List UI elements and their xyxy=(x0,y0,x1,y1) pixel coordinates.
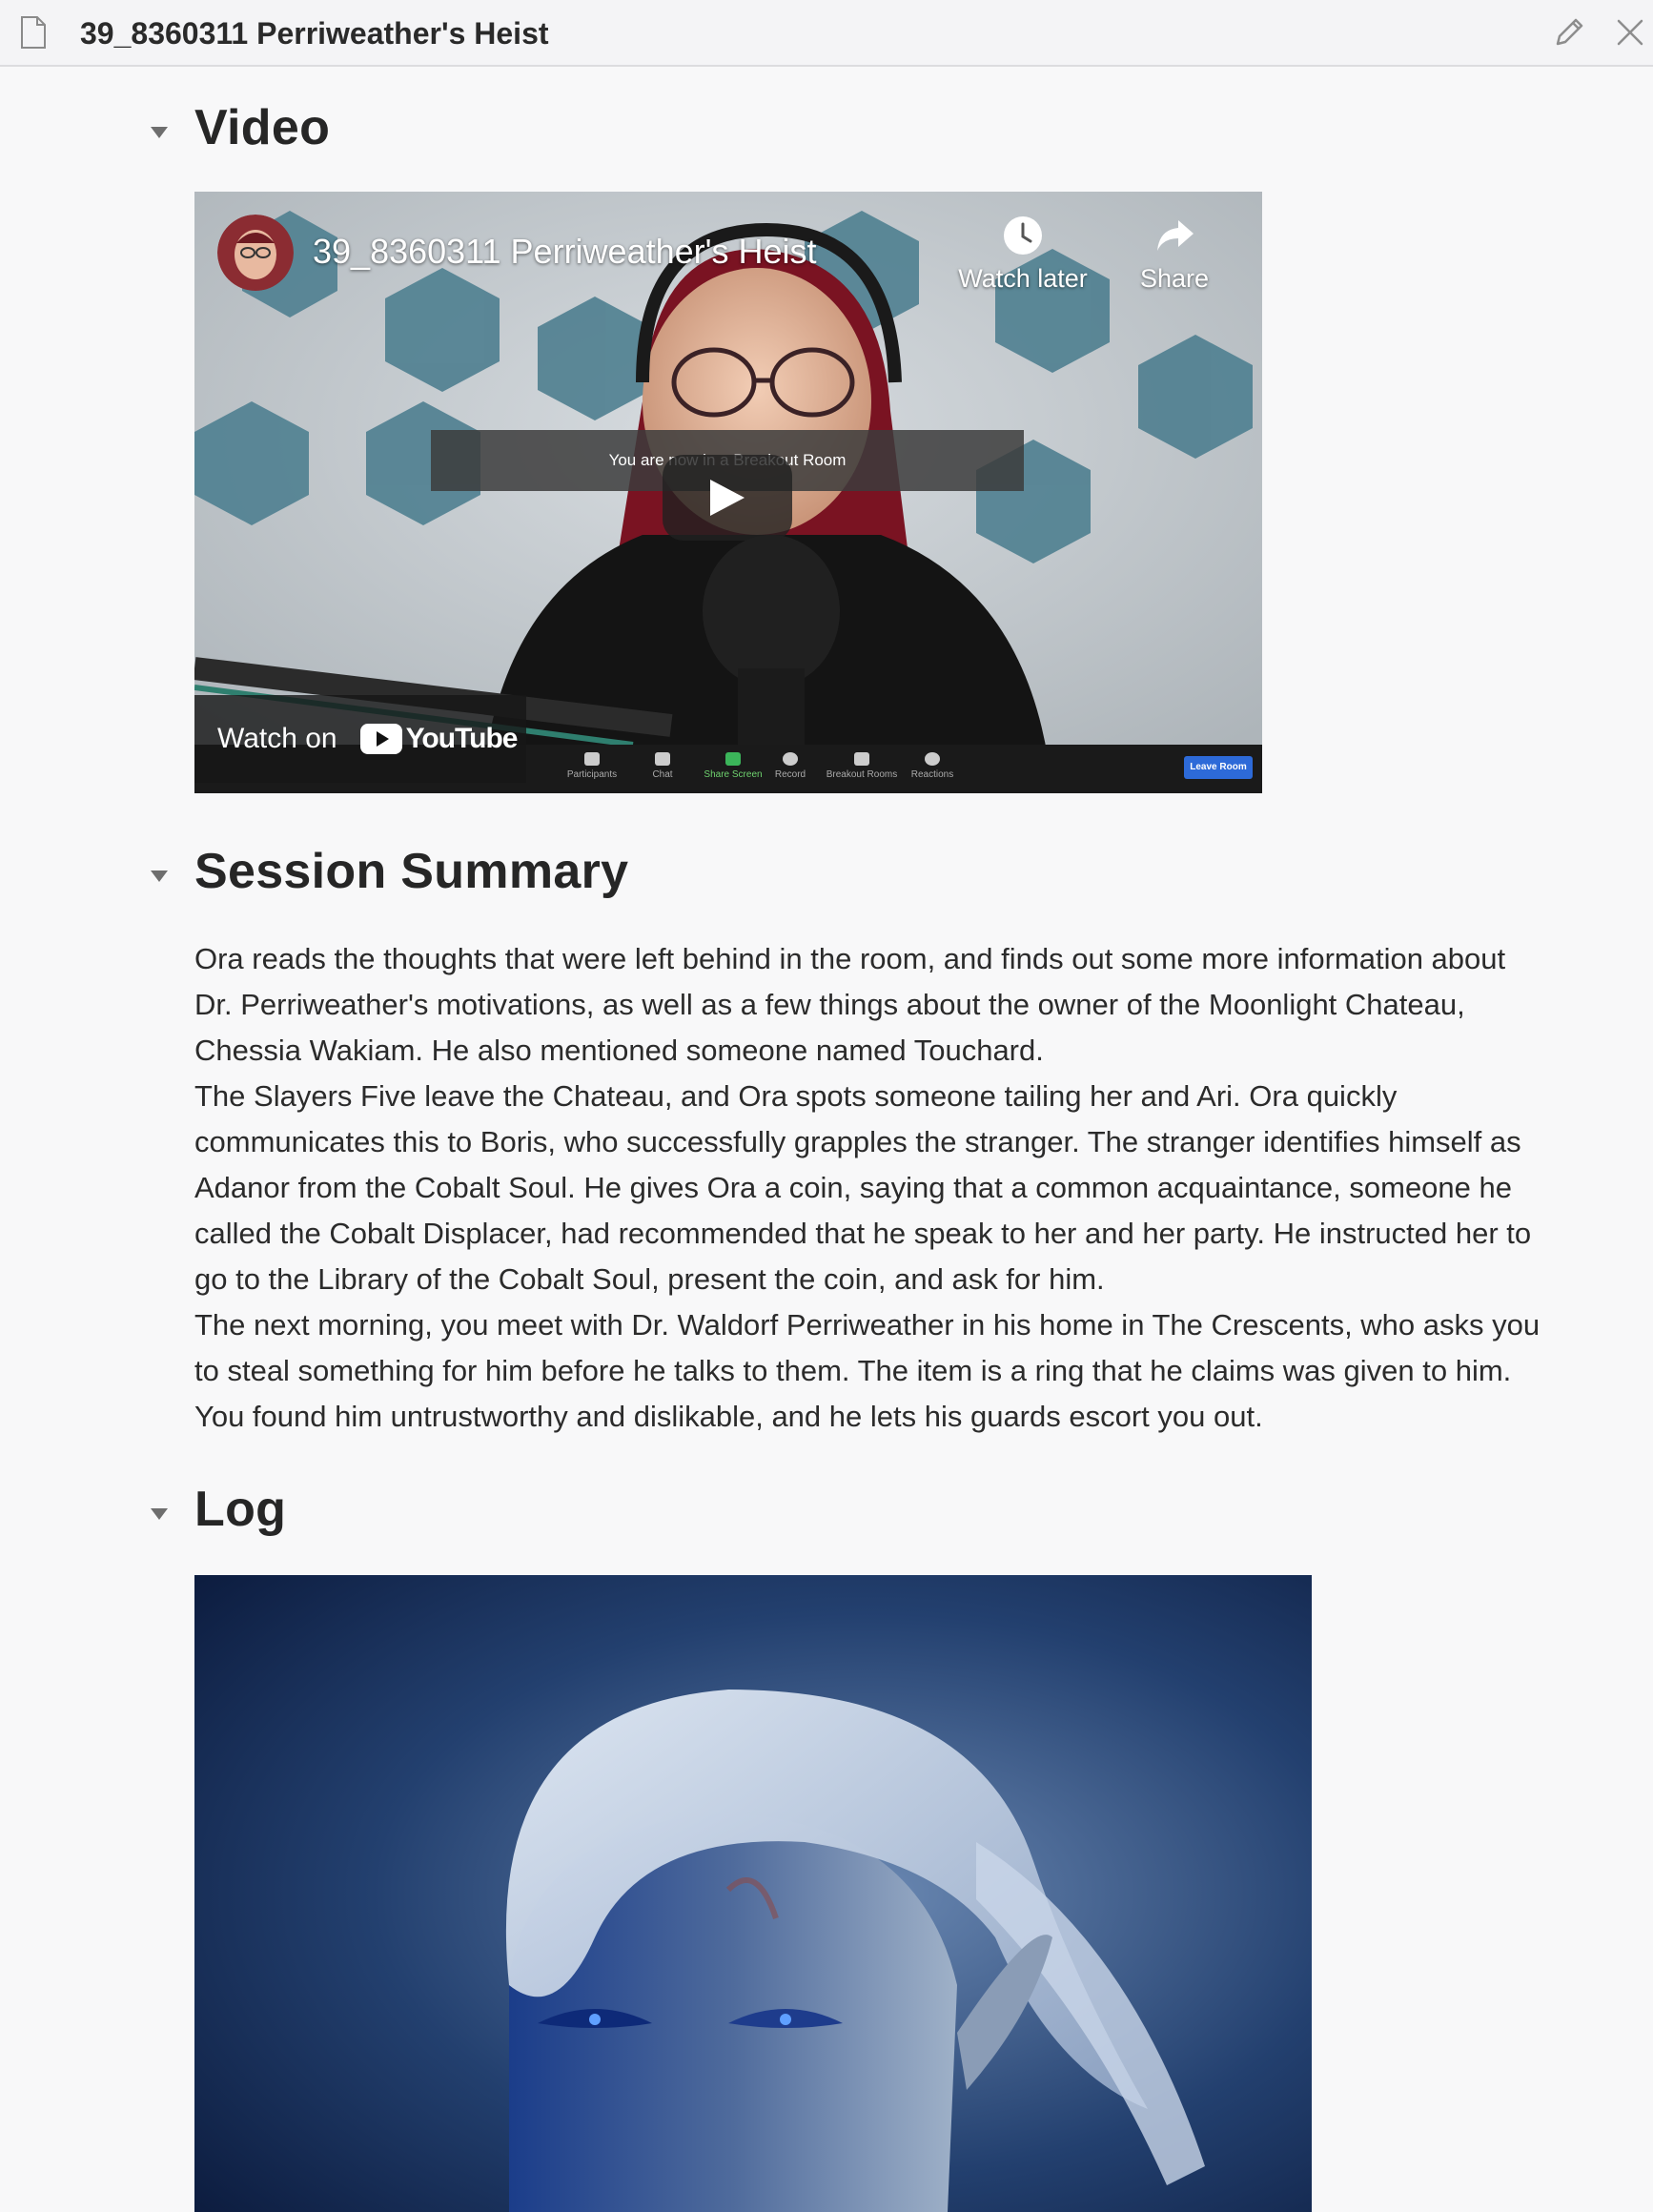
share-button[interactable]: Share xyxy=(1108,215,1241,294)
page-title: 39_8360311 Perriweather's Heist xyxy=(80,16,549,51)
channel-avatar[interactable] xyxy=(217,215,294,291)
character-portrait-image xyxy=(194,1575,1312,2212)
section-title: Session Summary xyxy=(194,844,629,899)
document-icon xyxy=(21,16,46,49)
play-icon xyxy=(710,480,745,516)
youtube-wordmark: YouTube xyxy=(405,723,519,754)
zoom-reactions: Reactions xyxy=(889,752,975,780)
pencil-icon[interactable] xyxy=(1550,13,1588,51)
play-button[interactable] xyxy=(663,455,792,541)
summary-paragraph: The Slayers Five leave the Chateau, and … xyxy=(194,1079,1532,1296)
watch-on-youtube-button[interactable]: Watch on YouTube xyxy=(194,695,526,783)
caret-down-icon[interactable] xyxy=(151,1508,168,1520)
section-header-log: Log xyxy=(151,1481,286,1538)
session-summary-text: Ora reads the thoughts that were left be… xyxy=(194,936,1548,1440)
watch-later-label: Watch later xyxy=(958,264,1088,293)
caret-down-icon[interactable] xyxy=(151,127,168,138)
clock-icon xyxy=(1004,216,1042,255)
share-label: Share xyxy=(1139,264,1210,293)
section-title: Video xyxy=(194,100,331,155)
video-title[interactable]: 39_8360311 Perriweather's Heist xyxy=(313,232,817,272)
summary-paragraph: The next morning, you meet with Dr. Wald… xyxy=(194,1308,1541,1433)
title-bar: 39_8360311 Perriweather's Heist xyxy=(0,0,1653,67)
close-icon[interactable] xyxy=(1611,13,1649,51)
section-header-summary: Session Summary xyxy=(151,843,628,900)
share-arrow-icon xyxy=(1157,220,1194,251)
summary-paragraph: Ora reads the thoughts that were left be… xyxy=(194,942,1506,1067)
youtube-embed[interactable]: 39_8360311 Perriweather's Heist Watch la… xyxy=(194,192,1262,793)
watch-on-label: Watch on xyxy=(217,723,337,754)
watch-later-button[interactable]: Watch later xyxy=(956,215,1090,294)
caret-down-icon[interactable] xyxy=(151,870,168,882)
section-header-video: Video xyxy=(151,99,330,156)
zoom-leave-room: Leave Room xyxy=(1184,756,1253,779)
section-title: Log xyxy=(194,1482,287,1537)
youtube-play-icon xyxy=(359,724,402,754)
youtube-logo: YouTube xyxy=(359,723,519,755)
